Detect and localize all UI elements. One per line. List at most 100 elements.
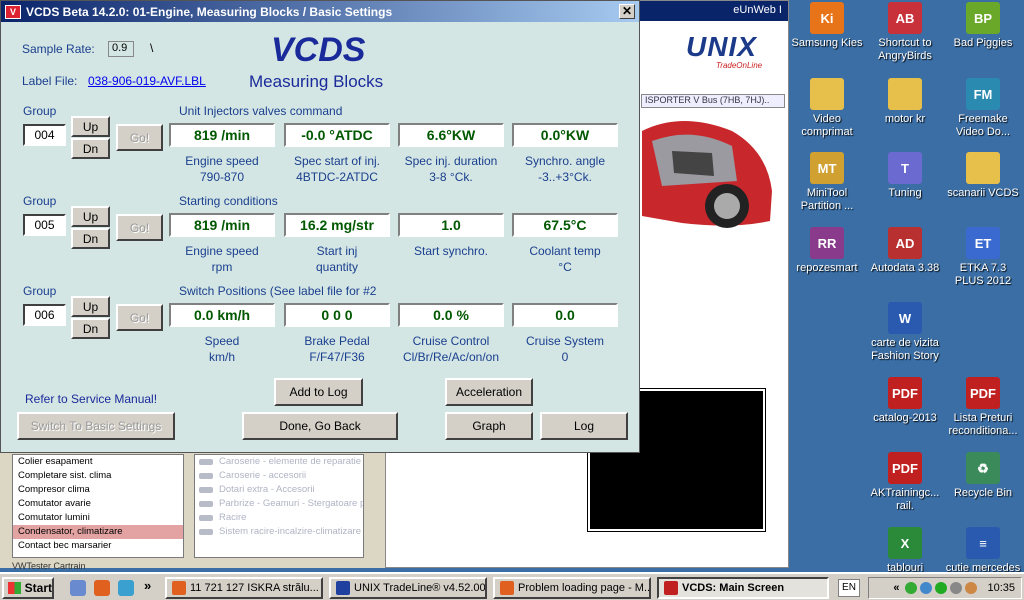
desktop-shortcut[interactable]: PDF catalog-2013 xyxy=(866,377,944,425)
list-item[interactable]: Comutator avarie xyxy=(13,497,183,511)
group-up-button[interactable]: Up xyxy=(71,296,110,317)
desktop-shortcut[interactable]: BP Bad Piggies xyxy=(944,2,1022,50)
task-app-icon xyxy=(664,581,678,595)
group-number-input[interactable]: 004 xyxy=(23,124,66,146)
group-title: Unit Injectors valves command xyxy=(179,104,343,118)
acceleration-button[interactable]: Acceleration xyxy=(445,378,533,406)
quicklaunch-chrome-icon[interactable] xyxy=(118,580,134,596)
group-number-input[interactable]: 006 xyxy=(23,304,66,326)
group-go-button[interactable]: Go! xyxy=(116,214,163,241)
desktop-shortcut[interactable]: Video comprimat xyxy=(788,78,866,139)
desktop-shortcut[interactable]: AD Autodata 3.38 xyxy=(866,227,944,275)
taskbar-task-button[interactable]: UNIX TradeLine® v4.52.00 xyxy=(329,577,487,599)
graph-button[interactable]: Graph xyxy=(445,412,533,440)
shortcut-label: Lista Preturi reconditiona... xyxy=(948,412,1018,437)
measurement-label: Start inj xyxy=(316,244,358,258)
list-item[interactable]: Comutator lumini xyxy=(13,511,183,525)
close-icon[interactable]: ✕ xyxy=(619,4,635,19)
start-button[interactable]: Start xyxy=(2,577,54,599)
group-title: Starting conditions xyxy=(179,194,278,208)
group-label: Group xyxy=(23,104,57,118)
car-image xyxy=(642,121,772,228)
language-indicator[interactable]: EN xyxy=(838,579,860,597)
vehicle-select-field[interactable]: ISPORTER V Bus (7HB, 7HJ).. xyxy=(641,94,785,108)
group-down-button[interactable]: Dn xyxy=(71,318,110,339)
quicklaunch-more-icon[interactable]: » xyxy=(144,578,151,593)
list-item[interactable]: Dotari extra - Accesorii xyxy=(195,483,363,497)
taskbar-task-button[interactable]: 11 721 127 ISKRA strălu... xyxy=(165,577,323,599)
desktop: Ki Samsung Kies AB Shortcut to AngryBirds BP… xyxy=(788,0,1024,575)
desktop-shortcut[interactable]: Xtablouri xyxy=(866,527,944,575)
switch-basic-settings-button[interactable]: Switch To Basic Settings xyxy=(17,412,175,440)
shortcut-icon: X xyxy=(888,527,922,559)
parts-list-right[interactable]: Caroserie - elemente de reparatie Caroser… xyxy=(194,454,364,558)
quicklaunch-firefox-icon[interactable] xyxy=(94,580,110,596)
tray-network-icon[interactable] xyxy=(905,582,918,594)
shortcut-icon xyxy=(888,78,922,110)
list-item[interactable]: Completare sist. clima xyxy=(13,469,183,483)
desktop-shortcut[interactable]: PDF Lista Preturi reconditiona... xyxy=(944,377,1022,438)
desktop-shortcut[interactable]: Wcarte de vizita Fashion Story xyxy=(866,302,944,363)
taskbar-task-button[interactable]: VCDS: Main Screen xyxy=(657,577,829,599)
measurement-value: 6.6°KW xyxy=(398,123,504,147)
measurement-sublabel: 0 xyxy=(561,350,569,364)
shortcut-icon: ≡ xyxy=(966,527,1000,559)
desktop-shortcut[interactable]: ≡ cutie mercedes xyxy=(944,527,1022,575)
list-item-label: Caroserie - accesorii xyxy=(219,470,307,481)
quicklaunch-desktop-icon[interactable] xyxy=(70,580,86,596)
add-to-log-button[interactable]: Add to Log xyxy=(274,378,363,406)
tray-volume-icon[interactable] xyxy=(950,582,963,594)
list-item[interactable]: Compresor clima xyxy=(13,483,183,497)
desktop-shortcut[interactable]: ♻ Recycle Bin xyxy=(944,452,1022,500)
label-file-link[interactable]: 038-906-019-AVF.LBL xyxy=(88,74,206,88)
taskbar-task-button[interactable]: Problem loading page - M... xyxy=(493,577,651,599)
measurement-value: 0.0°KW xyxy=(512,123,618,147)
tray-misc-icon[interactable] xyxy=(965,582,978,594)
measurement-value: 819 /min xyxy=(169,123,275,147)
list-item[interactable]: Contact bec marsarier xyxy=(13,539,183,553)
bottom-labels: VWTester Cartrain xyxy=(12,561,86,571)
task-app-icon xyxy=(336,581,350,595)
desktop-shortcut[interactable]: AB Shortcut to AngryBirds xyxy=(866,2,944,63)
measurement-label: Engine speed xyxy=(185,244,259,258)
measurement-sublabel: rpm xyxy=(211,260,233,274)
desktop-shortcut[interactable]: scanarii VCDS xyxy=(944,152,1022,200)
parts-list-left[interactable]: Colier esapament Completare sist. clima Co… xyxy=(12,454,184,558)
measurement-label: Start synchro. xyxy=(413,244,489,258)
group-down-button[interactable]: Dn xyxy=(71,228,110,249)
list-item[interactable]: Colier esapament xyxy=(13,455,183,469)
group-go-button[interactable]: Go! xyxy=(116,124,163,151)
group-go-button[interactable]: Go! xyxy=(116,304,163,331)
list-item[interactable]: Caroserie - accesorii xyxy=(195,469,363,483)
tray-update-icon[interactable] xyxy=(920,582,933,594)
desktop-shortcut[interactable]: RR repozesmart xyxy=(788,227,866,275)
done-go-back-button[interactable]: Done, Go Back xyxy=(242,412,398,440)
group-number-input[interactable]: 005 xyxy=(23,214,66,236)
desktop-shortcut[interactable]: ET ETKA 7.3 PLUS 2012 xyxy=(944,227,1022,288)
shortcut-icon xyxy=(810,78,844,110)
list-item[interactable]: Condensator, climatizare xyxy=(13,525,183,539)
desktop-shortcut[interactable]: PDF AKTrainingc... rail. xyxy=(866,452,944,513)
list-item[interactable]: Caroserie - elemente de reparatie xyxy=(195,455,363,469)
tray-expand-icon[interactable]: « xyxy=(893,582,899,594)
window-title: VCDS Beta 14.2.0: 01-Engine, Measuring B… xyxy=(26,4,393,19)
desktop-shortcut[interactable]: FM Freemake Video Do... xyxy=(944,78,1022,139)
desktop-shortcut[interactable]: MT MiniTool Partition ... xyxy=(788,152,866,213)
group-label: Group xyxy=(23,284,57,298)
group-down-button[interactable]: Dn xyxy=(71,138,110,159)
list-item[interactable]: Sistem racire-incalzire-climatizare xyxy=(195,525,363,539)
sample-rate-label: Sample Rate: xyxy=(22,42,95,56)
sample-rate-value: 0.9 xyxy=(108,41,134,57)
log-button[interactable]: Log xyxy=(540,412,628,440)
desktop-shortcut[interactable]: T Tuning xyxy=(866,152,944,200)
measurement-label: Spec start of inj. xyxy=(293,154,381,168)
list-item[interactable]: Racire xyxy=(195,511,363,525)
tray-antivirus-icon[interactable] xyxy=(935,582,948,594)
group-up-button[interactable]: Up xyxy=(71,116,110,137)
shortcut-label: Freemake Video Do... xyxy=(955,113,1011,138)
group-up-button[interactable]: Up xyxy=(71,206,110,227)
list-item[interactable]: Parbrize - Geamuri - Stergatoare p xyxy=(195,497,363,511)
category-icon xyxy=(199,473,213,479)
desktop-shortcut[interactable]: Ki Samsung Kies xyxy=(788,2,866,50)
desktop-shortcut[interactable]: motor kr xyxy=(866,78,944,126)
